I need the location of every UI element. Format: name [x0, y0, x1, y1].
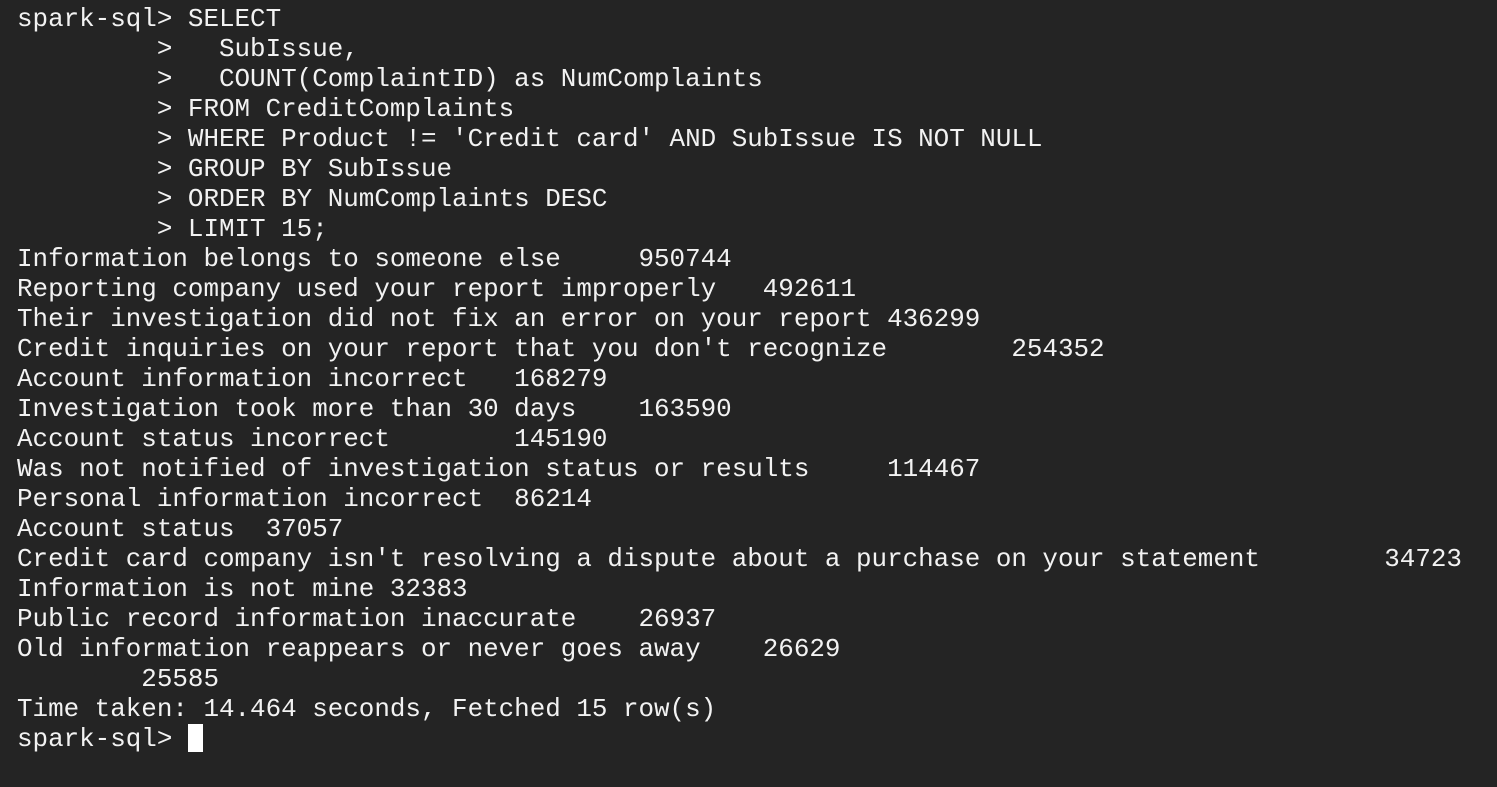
terminal-line: > FROM CreditComplaints	[17, 94, 515, 124]
terminal-line: > WHERE Product != 'Credit card' AND Sub…	[17, 124, 1043, 154]
result-row: Old information reappears or never goes …	[17, 634, 841, 664]
terminal-line: > ORDER BY NumComplaints DESC	[17, 184, 608, 214]
result-row: Credit inquiries on your report that you…	[17, 334, 1105, 364]
result-row: Reporting company used your report impro…	[17, 274, 856, 304]
terminal-line: > COUNT(ComplaintID) as NumComplaints	[17, 64, 763, 94]
result-row: Their investigation did not fix an error…	[17, 304, 981, 334]
result-row: Investigation took more than 30 days 163…	[17, 394, 732, 424]
terminal-window[interactable]: spark-sql> SELECT > SubIssue, > COUNT(Co…	[0, 0, 1497, 787]
command-prompt-line[interactable]: spark-sql>	[17, 724, 1497, 754]
result-row: Account status incorrect 145190	[17, 424, 608, 454]
prompt-label: spark-sql>	[17, 724, 188, 754]
terminal-line: spark-sql> SELECT	[17, 4, 282, 34]
result-row: Information is not mine 32383	[17, 574, 468, 604]
result-row: Was not notified of investigation status…	[17, 454, 981, 484]
timing-summary: Time taken: 14.464 seconds, Fetched 15 r…	[17, 694, 717, 724]
result-row: Account information incorrect 168279	[17, 364, 608, 394]
result-row: Personal information incorrect 86214	[17, 484, 592, 514]
result-row: Credit card company isn't resolving a di…	[17, 544, 1462, 574]
result-row: Account status 37057	[17, 514, 344, 544]
terminal-line: > SubIssue,	[17, 34, 359, 64]
result-row: Information belongs to someone else 9507…	[17, 244, 732, 274]
cursor	[187, 724, 203, 752]
result-row: Public record information inaccurate 269…	[17, 604, 717, 634]
result-row: 25585	[17, 664, 219, 694]
terminal-line: > LIMIT 15;	[17, 214, 328, 244]
terminal-line: > GROUP BY SubIssue	[17, 154, 453, 184]
